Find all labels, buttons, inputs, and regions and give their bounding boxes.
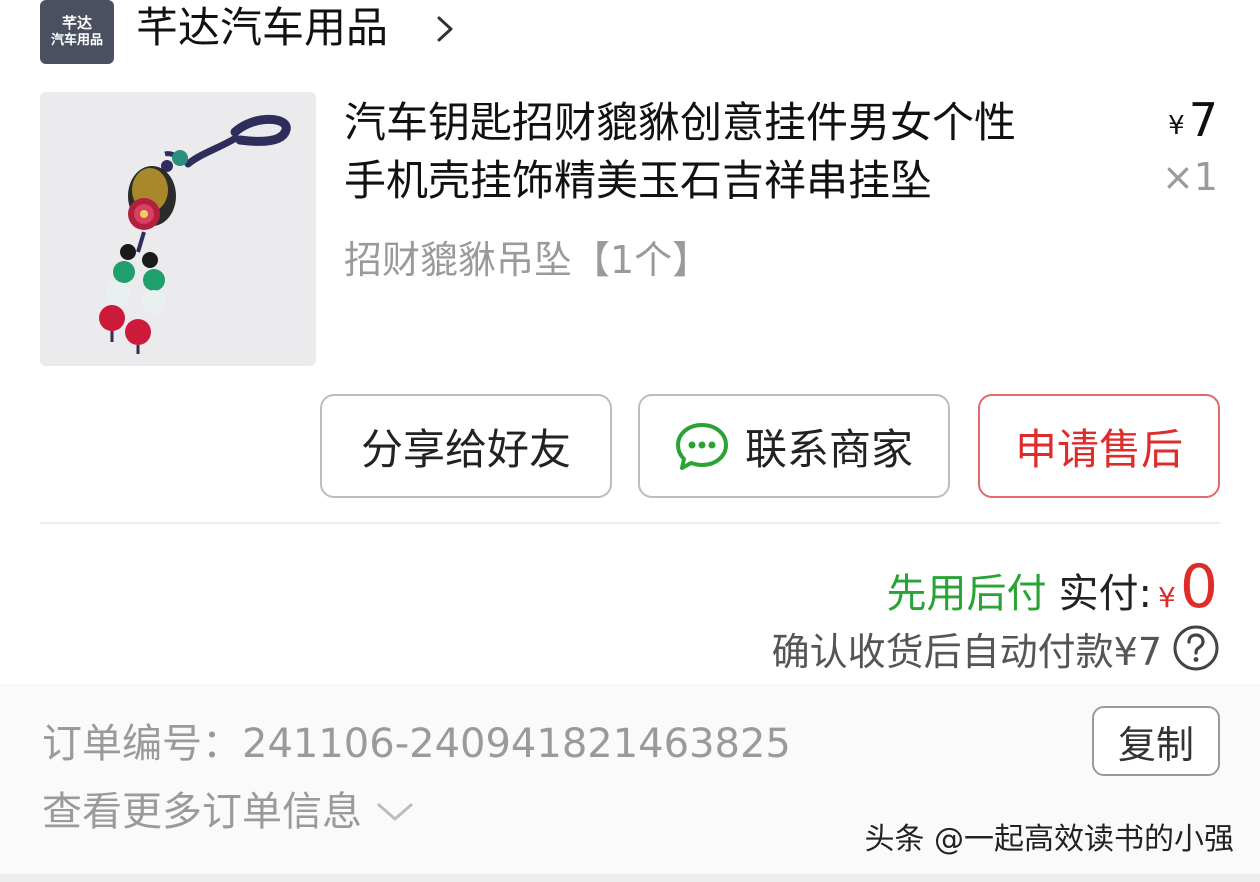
view-more-order-info[interactable]: 查看更多订单信息 xyxy=(42,784,414,840)
wechat-chat-icon xyxy=(675,423,728,470)
share-to-friend-button[interactable]: 分享给好友 xyxy=(320,394,612,498)
copy-button[interactable]: 复制 xyxy=(1092,706,1220,776)
paid-currency: ¥ xyxy=(1157,581,1176,614)
product-quantity: ×1 xyxy=(1161,155,1218,199)
auto-pay-note: 确认收货后自动付款¥7 xyxy=(771,629,1162,674)
shop-logo-line2: 汽车用品 xyxy=(50,33,103,48)
product-title[interactable]: 汽车钥匙招财貔貅创意挂件男女个性 手机壳挂饰精美玉石吉祥串挂坠 xyxy=(344,94,1124,210)
bottom-strip xyxy=(0,874,1260,882)
shop-logo-line1: 芊达 xyxy=(61,14,92,32)
shop-name[interactable]: 芊达汽车用品 xyxy=(136,2,388,54)
product-spec: 招财貔貅吊坠【1个】 xyxy=(344,238,711,282)
contact-merchant-button[interactable]: 联系商家 xyxy=(638,394,950,498)
payment-summary: 先用后付 实付: ¥ 0 xyxy=(887,552,1219,624)
question-circle-icon[interactable] xyxy=(1172,624,1220,672)
price-value: 7 xyxy=(1188,93,1218,147)
chevron-right-icon[interactable] xyxy=(434,14,456,44)
product-image[interactable] xyxy=(40,92,316,366)
shop-header[interactable]: 芊达 汽车用品 芊达汽车用品 xyxy=(0,0,1260,80)
contact-button-label: 联系商家 xyxy=(744,424,913,474)
pay-later-label: 先用后付 xyxy=(886,571,1047,617)
chevron-down-icon xyxy=(377,803,413,821)
shop-logo: 芊达 汽车用品 xyxy=(40,0,114,64)
product-title-line2: 手机壳挂饰精美玉石吉祥串挂坠 xyxy=(344,156,933,205)
divider xyxy=(40,522,1220,524)
auto-pay-note-row: 确认收货后自动付款¥7 xyxy=(772,620,1220,676)
order-number: 订单编号：241106-240941821463825 xyxy=(42,721,791,767)
order-card: 芊达 汽车用品 芊达汽车用品 汽车钥匙招财貔貅创意挂件男女个性 手机壳挂饰精美玉… xyxy=(0,0,1260,684)
pixiu-keychain-image xyxy=(40,92,316,366)
more-info-label: 查看更多订单信息 xyxy=(42,789,362,835)
product-title-line1: 汽车钥匙招财貔貅创意挂件男女个性 xyxy=(344,98,1017,147)
share-button-label: 分享给好友 xyxy=(360,424,571,474)
paid-amount: 0 xyxy=(1179,552,1218,622)
after-sale-button-label: 申请售后 xyxy=(1014,424,1183,474)
copy-button-label: 复制 xyxy=(1117,722,1194,767)
apply-after-sale-button[interactable]: 申请售后 xyxy=(978,394,1220,498)
price-currency: ¥ xyxy=(1168,111,1185,141)
watermark: 头条 @一起高效读书的小强 xyxy=(864,822,1234,857)
paid-label: 实付: xyxy=(1058,571,1152,617)
product-price: ¥7 xyxy=(1168,92,1218,154)
